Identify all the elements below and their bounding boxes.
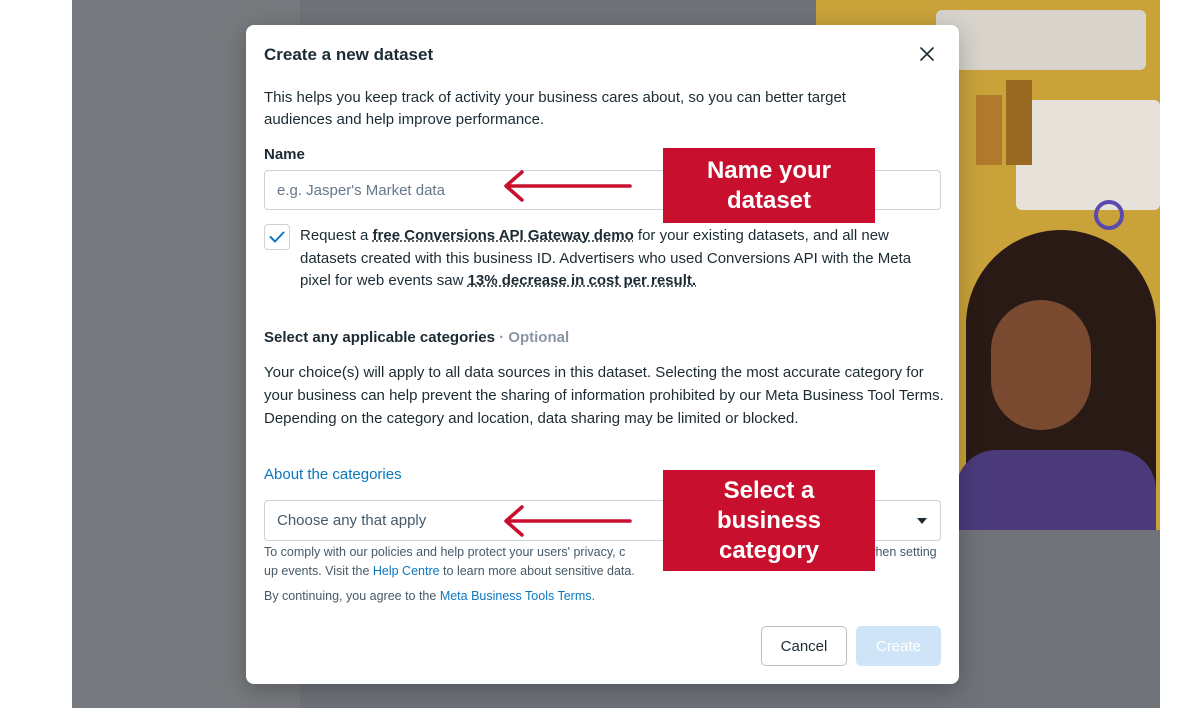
illustration-person-body — [956, 450, 1156, 530]
check-icon — [269, 231, 285, 243]
illustration-card — [1016, 100, 1160, 210]
categories-description: Your choice(s) will apply to all data so… — [264, 364, 944, 427]
about-categories-link[interactable]: About the categories — [264, 466, 402, 483]
business-tools-terms-link[interactable]: Meta Business Tools Terms — [440, 589, 592, 603]
dialog-intro: This helps you keep track of activity yo… — [264, 89, 846, 128]
terms-notice: By continuing, you agree to the Meta Bus… — [264, 589, 595, 603]
gateway-demo-checkbox[interactable] — [264, 224, 290, 250]
terms-text: By continuing, you agree to the — [264, 589, 440, 603]
privacy-text: To comply with our policies and help pro… — [264, 545, 626, 559]
categories-heading-text: Select any applicable categories — [264, 329, 495, 346]
category-select-placeholder: Choose any that apply — [277, 512, 427, 529]
name-label: Name — [264, 146, 305, 163]
arrow-to-category-select — [504, 505, 632, 537]
gateway-demo-link[interactable]: free Conversions API Gateway demo — [373, 227, 634, 244]
gateway-demo-text: Request a free Conversions API Gateway d… — [300, 225, 940, 293]
callout-select-category: Select a business category — [663, 470, 875, 571]
callout-name-dataset: Name your dataset — [663, 148, 875, 223]
terms-text-end: . — [591, 589, 595, 603]
categories-heading: Select any applicable categories · Optio… — [264, 329, 569, 346]
create-button[interactable]: Create — [856, 626, 941, 666]
close-button[interactable] — [917, 44, 937, 64]
cost-decrease-link[interactable]: 13% decrease in cost per result. — [468, 272, 696, 289]
caret-down-icon — [917, 517, 927, 524]
illustration-bar — [976, 95, 1002, 165]
illustration-person-face — [991, 300, 1091, 430]
create-dataset-dialog: Create a new dataset This helps you keep… — [246, 25, 959, 684]
close-icon — [920, 47, 934, 61]
demo-text-part: Request a — [300, 227, 373, 244]
privacy-text: to learn more about sensitive data. — [439, 563, 635, 578]
arrow-to-name-input — [504, 170, 632, 202]
cancel-button[interactable]: Cancel — [761, 626, 847, 666]
optional-tag: · Optional — [499, 329, 570, 346]
help-centre-link[interactable]: Help Centre — [373, 564, 440, 578]
illustration-card — [936, 10, 1146, 70]
magnifier-icon — [1094, 200, 1124, 230]
dialog-title: Create a new dataset — [264, 45, 434, 64]
illustration-bar — [1006, 80, 1032, 165]
